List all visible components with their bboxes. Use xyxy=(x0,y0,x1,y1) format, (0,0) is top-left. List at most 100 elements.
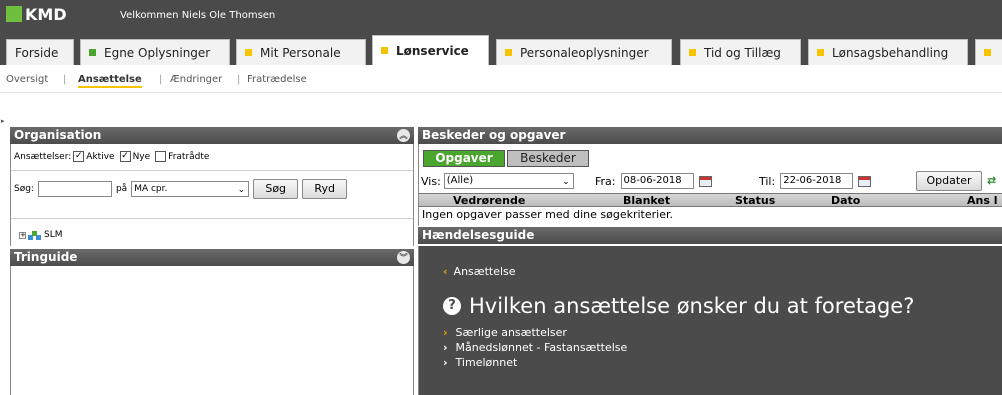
tab-label: Lønservice xyxy=(396,43,469,58)
divider xyxy=(11,170,413,171)
select-value: MA cpr. xyxy=(134,184,168,194)
tab-opgaver[interactable]: Opgaver xyxy=(423,150,505,167)
tab-label: Personaleoplysninger xyxy=(520,45,649,60)
search-row: Søg: på MA cpr. ⌄ Søg Ryd xyxy=(14,179,348,199)
guide-option[interactable]: › Timelønnet xyxy=(443,356,517,369)
guide-breadcrumb[interactable]: ‹ Ansættelse xyxy=(443,265,516,278)
subnav-fratraedelse[interactable]: Fratrædelse xyxy=(247,74,307,85)
column-header[interactable]: Ans l xyxy=(967,194,998,207)
tab-beskeder[interactable]: Beskeder xyxy=(507,150,589,167)
subnav-ansaettelse[interactable]: Ansættelse xyxy=(78,74,142,88)
tasks-table-header: Vedrørende Blanket Status Dato Ans l xyxy=(419,193,1002,207)
on-label: på xyxy=(115,184,128,194)
chevron-right-icon: › xyxy=(443,326,448,339)
guide-option[interactable]: › Særlige ansættelser xyxy=(443,326,567,339)
from-filter: Fra: 08-06-2018 xyxy=(595,173,712,189)
sub-navigation: Oversigt | Ansættelse | Ændringer | Frat… xyxy=(0,65,1002,93)
org-tree-icon xyxy=(28,230,42,240)
tab-egne-oplysninger[interactable]: Egne Oplysninger xyxy=(80,39,230,65)
update-button[interactable]: Opdater xyxy=(916,171,982,191)
column-header[interactable]: Blanket xyxy=(623,194,670,207)
select-value: (Alle) xyxy=(446,175,474,186)
guide-header: Hændelsesguide xyxy=(418,227,1002,244)
search-input[interactable] xyxy=(37,181,112,197)
messages-title: Beskeder og opgaver xyxy=(422,128,566,142)
yellow-square-icon xyxy=(505,49,512,56)
show-select[interactable]: (Alle) ⌄ xyxy=(443,173,574,189)
empty-tasks-message: Ingen opgaver passer med dine søgekriter… xyxy=(422,208,673,221)
checkbox-aktive[interactable]: ✓ xyxy=(73,151,85,162)
from-date-input[interactable]: 08-06-2018 xyxy=(620,173,694,189)
messages-panel: Opgaver Beskeder Vis: (Alle) ⌄ Fra: 08-0… xyxy=(418,144,1002,226)
search-label: Søg: xyxy=(14,184,34,194)
tab-label: Egne Oplysninger xyxy=(104,45,211,60)
org-tree-root[interactable]: + SLM xyxy=(19,230,63,240)
employment-label: Ansættelser: xyxy=(14,151,72,162)
tab-lonsagsbehandling[interactable]: Lønsagsbehandling xyxy=(808,39,968,65)
calendar-icon[interactable] xyxy=(858,175,872,187)
option-label: Timelønnet xyxy=(455,356,518,369)
main-tab-bar: Forside Egne Oplysninger Mit Personale L… xyxy=(0,35,1002,65)
guide-question: ? Hvilken ansættelse ønsker du at foreta… xyxy=(443,294,914,318)
subnav-separator: | xyxy=(237,74,241,85)
to-date-input[interactable]: 22-06-2018 xyxy=(780,173,854,189)
chevron-right-icon: › xyxy=(443,341,448,354)
tab-personaleoplysninger[interactable]: Personaleoplysninger xyxy=(496,39,672,65)
expand-plus-icon[interactable]: + xyxy=(19,231,26,239)
guide-option[interactable]: › Månedslønnet - Fastansættelse xyxy=(443,341,627,354)
tree-label: SLM xyxy=(44,230,63,240)
tab-label: Forside xyxy=(15,45,59,60)
expand-arrow-icon[interactable]: ▸ xyxy=(1,117,7,125)
collapse-down-icon[interactable]: ︾ xyxy=(397,251,410,264)
tab-label: Mit Personale xyxy=(260,45,341,60)
excel-export-icon[interactable]: ⇄ xyxy=(987,174,999,187)
clear-button[interactable]: Ryd xyxy=(302,179,348,199)
chevron-right-icon: › xyxy=(443,356,448,369)
tab-overflow[interactable] xyxy=(975,39,1002,65)
yellow-square-icon xyxy=(245,49,252,56)
column-header[interactable]: Dato xyxy=(831,194,860,207)
organisation-header: Organisation ︽ xyxy=(10,127,414,144)
checkbox-label: Nye xyxy=(132,151,151,162)
tab-forside[interactable]: Forside xyxy=(6,39,74,65)
guide-title: Hændelsesguide xyxy=(422,228,535,242)
checkbox-label: Aktive xyxy=(86,151,115,162)
to-filter: Til: 22-06-2018 xyxy=(759,173,872,189)
tringuide-title: Tringuide xyxy=(14,250,78,264)
collapse-up-icon[interactable]: ︽ xyxy=(397,129,410,142)
chevron-down-icon: ⌄ xyxy=(562,177,570,187)
search-field-select[interactable]: MA cpr. ⌄ xyxy=(131,181,250,197)
column-header[interactable]: Status xyxy=(735,194,775,207)
tringuide-panel xyxy=(10,266,414,395)
subnav-separator: | xyxy=(159,74,163,85)
tab-mit-personale[interactable]: Mit Personale xyxy=(236,39,366,65)
search-button[interactable]: Søg xyxy=(253,179,299,199)
checkbox-nye[interactable]: ✓ xyxy=(119,151,131,162)
checkbox-fratraadte[interactable] xyxy=(155,151,167,162)
chevron-left-icon: ‹ xyxy=(443,265,448,278)
option-label: Månedslønnet - Fastansættelse xyxy=(455,341,628,354)
subnav-oversigt[interactable]: Oversigt xyxy=(6,74,48,85)
question-icon: ? xyxy=(443,297,461,315)
logo-text: KMD xyxy=(25,4,67,24)
tab-lonservice[interactable]: Lønservice xyxy=(372,35,489,65)
from-label: Fra: xyxy=(595,174,616,188)
yellow-square-icon xyxy=(689,49,696,56)
logo-square xyxy=(6,6,22,22)
guide-panel: ‹ Ansættelse ? Hvilken ansættelse ønsker … xyxy=(418,246,1002,395)
kmd-logo[interactable]: KMD xyxy=(6,4,67,24)
messages-header: Beskeder og opgaver xyxy=(418,127,1002,144)
welcome-text: Velkommen Niels Ole Thomsen xyxy=(120,10,276,21)
tab-label: Tid og Tillæg xyxy=(704,45,781,60)
tab-tid-og-tillaeg[interactable]: Tid og Tillæg xyxy=(680,39,801,65)
option-label: Særlige ansættelser xyxy=(455,326,567,339)
chevron-down-icon: ⌄ xyxy=(237,185,246,195)
checkbox-label: Fratrådte xyxy=(168,151,210,162)
top-bar: KMD Velkommen Niels Ole Thomsen xyxy=(0,0,1002,35)
column-header[interactable]: Vedrørende xyxy=(453,194,525,207)
subnav-aendringer[interactable]: Ændringer xyxy=(170,74,222,85)
organisation-panel: Ansættelser: ✓ Aktive ✓ Nye Fratrådte Sø… xyxy=(10,144,414,246)
calendar-icon[interactable] xyxy=(698,175,712,187)
yellow-square-icon xyxy=(984,49,991,56)
green-square-icon xyxy=(89,49,96,56)
